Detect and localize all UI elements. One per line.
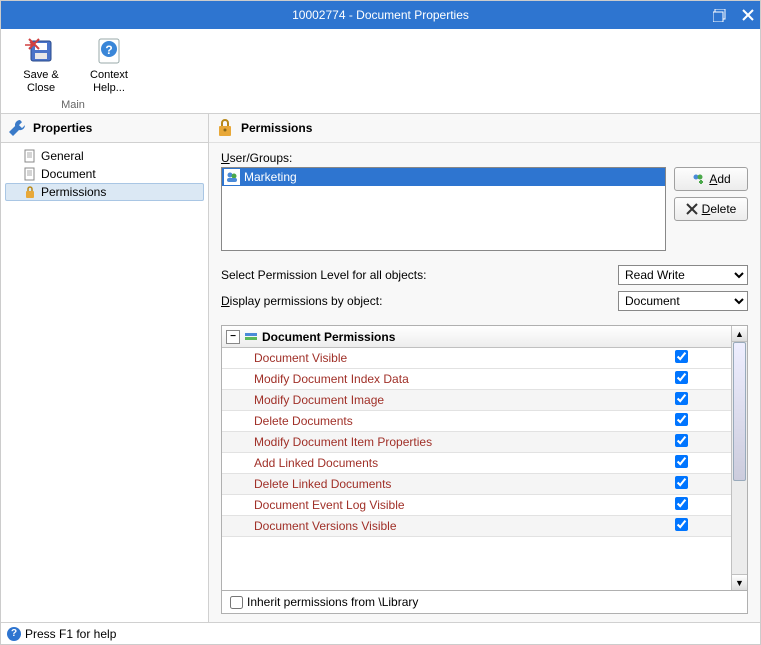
status-text: Press F1 for help [25,627,116,641]
scroll-up-icon[interactable]: ▲ [732,326,747,342]
save-close-label: Save & Close [15,69,67,95]
context-help-button[interactable]: ? Context Help... [81,33,137,97]
title-bar: 10002774 - Document Properties [1,1,760,29]
grid-section-title: Document Permissions [262,330,395,344]
save-close-button[interactable]: Save & Close [13,33,69,97]
save-close-icon [25,35,57,67]
permissions-header: Permissions [209,114,760,143]
collapse-icon[interactable]: − [226,330,240,344]
lock-icon [215,118,235,138]
permission-row: Modify Document Item Properties [222,432,731,453]
permission-name: Document Versions Visible [222,519,631,533]
sidebar-item-label: General [41,149,84,163]
add-button[interactable]: Add [674,167,748,191]
permission-name: Document Visible [222,351,631,365]
display-by-label: Display permissions by object: [221,294,608,308]
user-groups-label: User/Groups: [221,151,748,165]
permission-checkbox[interactable] [675,518,688,531]
permission-name: Delete Documents [222,414,631,428]
permission-row: Modify Document Index Data [222,369,731,390]
permission-name: Document Event Log Visible [222,498,631,512]
delete-button[interactable]: Delete [674,197,748,221]
permission-name: Modify Document Item Properties [222,435,631,449]
permission-checkbox[interactable] [675,434,688,447]
delete-x-icon [686,203,698,215]
permissions-section-icon [244,330,258,344]
page-icon [23,149,37,163]
permission-checkbox[interactable] [675,497,688,510]
permission-row: Document Event Log Visible [222,495,731,516]
sidebar-item-document[interactable]: Document [5,165,204,183]
ribbon-group-label: Main [13,99,133,111]
main-panel: Permissions User/Groups: Marketing A [209,114,760,622]
add-user-icon [691,172,705,186]
permission-name: Add Linked Documents [222,456,631,470]
lock-icon [23,185,37,199]
permission-name: Modify Document Image [222,393,631,407]
sidebar-item-permissions[interactable]: Permissions [5,183,204,201]
close-icon[interactable] [742,9,754,21]
permission-checkbox[interactable] [675,392,688,405]
status-bar: ? Press F1 for help [1,622,760,644]
scroll-thumb[interactable] [733,342,746,481]
delete-label: Delete [702,202,737,216]
permission-row: Document Versions Visible [222,516,731,537]
permission-row: Add Linked Documents [222,453,731,474]
svg-text:?: ? [105,43,112,57]
scroll-down-icon[interactable]: ▼ [732,574,747,590]
permission-name: Delete Linked Documents [222,477,631,491]
sidebar-item-general[interactable]: General [5,147,204,165]
help-circle-icon: ? [7,627,21,641]
sidebar-tree: General Document Permissions [1,143,208,205]
ribbon: Save & Close ? Context Help... Main [1,29,760,114]
permission-name: Modify Document Index Data [222,372,631,386]
inherit-label: Inherit permissions from \Library [247,595,418,609]
help-icon: ? [93,35,125,67]
permission-row: Document Visible [222,348,731,369]
select-level-label: Select Permission Level for all objects: [221,268,608,282]
sidebar-item-label: Permissions [41,185,106,199]
permission-checkbox[interactable] [675,413,688,426]
grid-scrollbar[interactable]: ▲ ▼ [731,326,747,590]
wrench-icon [7,118,27,138]
permission-checkbox[interactable] [675,371,688,384]
permission-row: Delete Documents [222,411,731,432]
context-help-label: Context Help... [83,69,135,95]
inherit-checkbox[interactable] [230,596,243,609]
inherit-row: Inherit permissions from \Library [221,591,748,614]
add-label: Add [709,172,730,186]
user-groups-list[interactable]: Marketing [221,167,666,251]
user-group-name: Marketing [244,170,297,184]
permission-row: Modify Document Image [222,390,731,411]
user-group-item[interactable]: Marketing [222,168,665,186]
permission-checkbox[interactable] [675,476,688,489]
window-title: 10002774 - Document Properties [292,8,469,22]
permission-row: Delete Linked Documents [222,474,731,495]
sidebar: Properties General Document Permissions [1,114,209,622]
permission-level-select[interactable]: Read Write [618,265,748,285]
display-by-select[interactable]: Document [618,291,748,311]
permission-checkbox[interactable] [675,350,688,363]
restore-icon[interactable] [713,9,726,22]
sidebar-item-label: Document [41,167,96,181]
page-icon [23,167,37,181]
permission-checkbox[interactable] [675,455,688,468]
permissions-grid: − Document Permissions Document Visible M… [222,326,731,590]
group-icon [224,169,240,185]
grid-section-header[interactable]: − Document Permissions [222,326,731,348]
sidebar-header: Properties [1,114,208,143]
